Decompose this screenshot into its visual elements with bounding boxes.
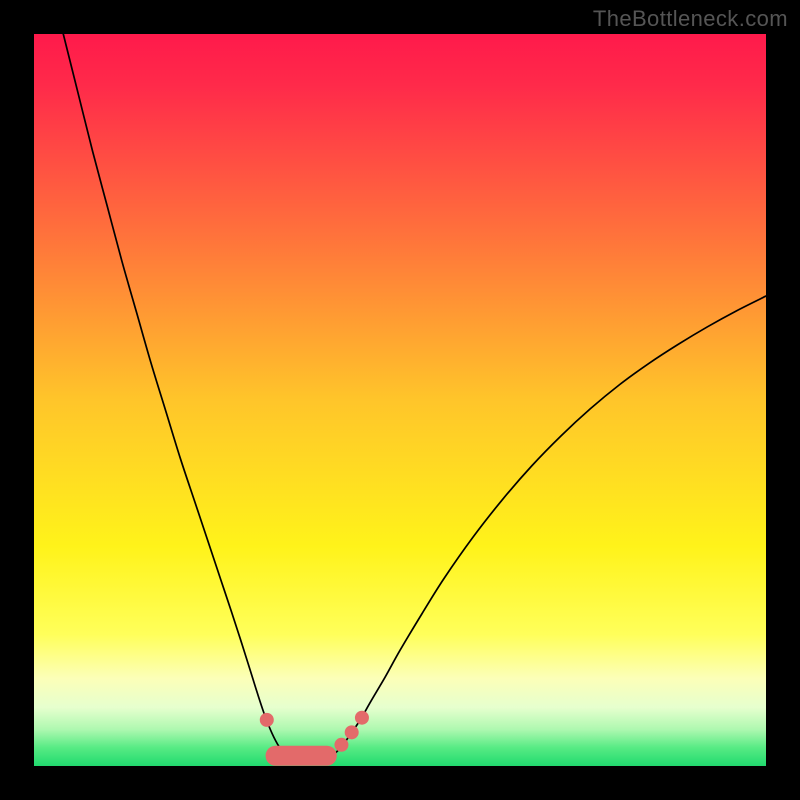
gradient-background [34, 34, 766, 766]
highlight-dot-1 [334, 738, 348, 752]
highlight-dot-3 [355, 711, 369, 725]
highlight-dot-2 [345, 725, 359, 739]
highlight-dot-0 [260, 713, 274, 727]
watermark-text: TheBottleneck.com [593, 6, 788, 32]
plot-area [34, 34, 766, 766]
chart-frame: TheBottleneck.com [0, 0, 800, 800]
chart-svg [34, 34, 766, 766]
